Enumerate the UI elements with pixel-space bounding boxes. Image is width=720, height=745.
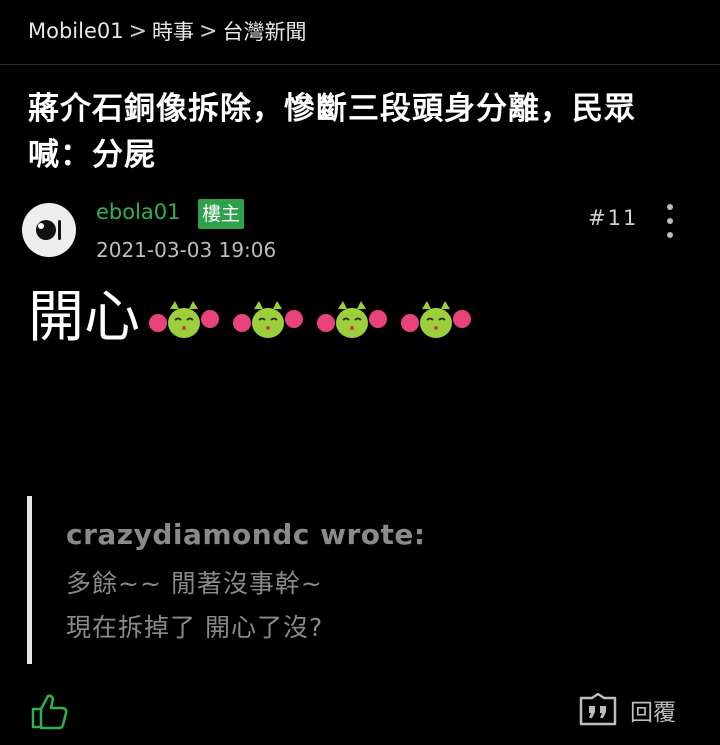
cheering-cat-emoji-icon — [317, 301, 387, 338]
post-body: 開心 — [28, 280, 472, 356]
floor-number[interactable]: #11 — [588, 206, 638, 230]
breadcrumb-item-current-affairs[interactable]: 時事 — [152, 16, 194, 46]
owner-badge: 樓主 — [198, 199, 245, 229]
emote-row — [148, 295, 472, 345]
cheering-cat-emoji-icon — [233, 301, 303, 338]
breadcrumb: Mobile01 > 時事 > 台灣新聞 — [28, 14, 306, 48]
post-title: 蔣介石銅像拆除，慘斷三段頭身分離，民眾喊：分屍 — [28, 91, 636, 173]
post-page: Mobile01 > 時事 > 台灣新聞 蔣介石銅像拆除，慘斷三段頭身分離，民眾… — [0, 0, 720, 745]
breadcrumb-separator: > — [128, 18, 148, 44]
avatar[interactable] — [22, 203, 76, 257]
cheering-cat-emoji-icon — [149, 301, 219, 338]
breadcrumb-item-taiwan-news[interactable]: 台灣新聞 — [222, 16, 306, 46]
breadcrumb-separator: > — [199, 18, 218, 44]
thumbs-up-icon[interactable] — [30, 692, 70, 730]
breadcrumb-item-mobile01[interactable]: Mobile01 — [28, 19, 124, 43]
quote-author: crazydiamondc wrote: — [66, 518, 426, 551]
author-name[interactable]: ebola01 — [96, 200, 181, 224]
quote-line: 現在拆掉了 開心了沒? — [66, 613, 324, 642]
quote-reply-icon — [579, 693, 617, 726]
reply-label: 回覆 — [630, 700, 676, 726]
reply-button[interactable]: 回覆 — [578, 690, 676, 730]
quote-line: 多餘~~ 閒著沒事幹~ — [66, 569, 323, 598]
cheering-cat-emoji-icon — [401, 301, 471, 338]
post-date: 2021-03-03 19:06 — [96, 238, 277, 262]
default-avatar-icon — [36, 220, 61, 240]
more-options-icon[interactable] — [658, 204, 682, 238]
post-body-text: 開心 — [28, 285, 140, 350]
divider — [0, 64, 720, 65]
quote-block: crazydiamondc wrote: 多餘~~ 閒著沒事幹~ 現在拆掉了 開… — [27, 496, 662, 664]
